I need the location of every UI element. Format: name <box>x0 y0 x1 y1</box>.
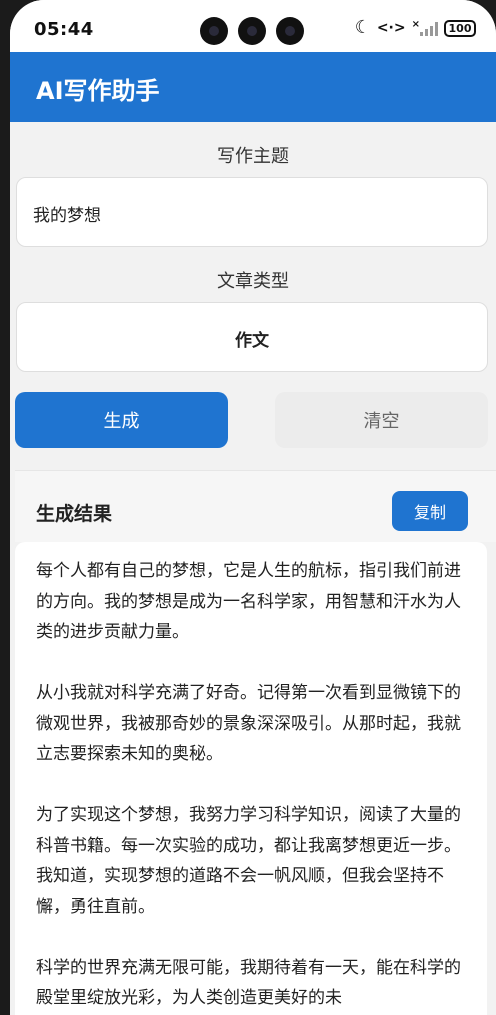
generate-button[interactable]: 生成 <box>15 392 228 448</box>
result-text-area[interactable]: 每个人都有自己的梦想，它是人生的航标，指引我们前进的方向。我的梦想是成为一名科学… <box>15 542 487 1015</box>
result-paragraph: 每个人都有自己的梦想，它是人生的航标，指引我们前进的方向。我的梦想是成为一名科学… <box>36 561 461 642</box>
type-label: 文章类型 <box>217 271 289 292</box>
camera-dot-icon <box>200 17 228 45</box>
signal-icon: × <box>412 20 438 36</box>
status-time: 05:44 <box>34 19 94 40</box>
camera-dot-icon <box>238 17 266 45</box>
result-title: 生成结果 <box>36 503 113 525</box>
battery-icon: 100 <box>444 19 476 37</box>
result-paragraph: 科学的世界充满无限可能，我期待着有一天，能在科学的殿堂里绽放光彩，为人类创造更美… <box>36 957 461 1009</box>
moon-icon: ☾ <box>354 17 371 38</box>
app-title: AI写作助手 <box>36 77 160 105</box>
status-bar: 05:44 ☾ <·> × 100 <box>10 0 496 52</box>
topic-input-value: 我的梦想 <box>33 206 101 226</box>
article-type-value: 作文 <box>235 331 269 351</box>
phone-screen: 05:44 ☾ <·> × 100 AI写作助手 写作主题 我的梦想 文章类型 … <box>10 0 496 1015</box>
result-paragraph: 从小我就对科学充满了好奇。记得第一次看到显微镜下的微观世界，我被那奇妙的景象深深… <box>36 683 461 764</box>
code-icon: <·> <box>376 20 406 36</box>
article-type-select[interactable]: 作文 <box>16 302 488 372</box>
status-icons: ☾ <·> × 100 <box>355 18 476 38</box>
app-bar: AI写作助手 <box>10 52 496 122</box>
camera-dot-icon <box>276 17 304 45</box>
result-header: 生成结果 复制 <box>15 470 496 542</box>
topic-label: 写作主题 <box>217 146 289 167</box>
clear-button[interactable]: 清空 <box>275 392 488 448</box>
copy-button[interactable]: 复制 <box>392 491 468 531</box>
topic-input[interactable]: 我的梦想 <box>16 177 488 247</box>
result-paragraph: 为了实现这个梦想，我努力学习科学知识，阅读了大量的科普书籍。每一次实验的成功，都… <box>36 805 461 917</box>
